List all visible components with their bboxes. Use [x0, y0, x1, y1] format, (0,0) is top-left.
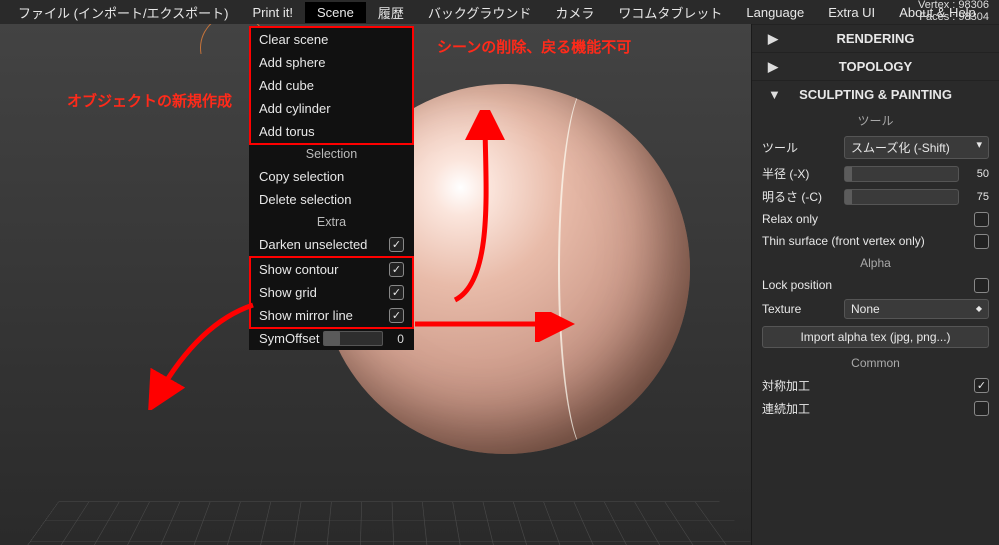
menu-delete-selection[interactable]: Delete selection	[251, 188, 412, 211]
radius-row: 半径 (-X) 50	[752, 162, 999, 185]
brightness-value: 75	[965, 191, 989, 203]
annotation-delete-warning: シーンの削除、戻る機能不可	[437, 36, 631, 57]
check-mirror[interactable]: ✓	[389, 308, 404, 323]
right-panel: ▶ RENDERING ▶ TOPOLOGY ▼ SCULPTING & PAI…	[751, 24, 999, 545]
tool-label: ツール	[762, 139, 844, 156]
menu-background[interactable]: バックグラウンド	[416, 0, 543, 25]
symoffset-slider[interactable]	[323, 331, 383, 346]
caret-right-icon: ▶	[768, 59, 778, 75]
check-darken[interactable]: ✓	[389, 237, 404, 252]
dropdown-add-group: Clear scene Add sphere Add cube Add cyli…	[249, 26, 414, 145]
section-sculpting[interactable]: ▼ SCULPTING & PAINTING	[752, 80, 999, 108]
menu-clear-scene[interactable]: Clear scene	[251, 28, 412, 51]
symoffset-row[interactable]: SymOffset 0	[251, 327, 412, 350]
menu-copy-selection[interactable]: Copy selection	[251, 165, 412, 188]
grid-floor	[0, 502, 751, 545]
check-grid[interactable]: ✓	[389, 285, 404, 300]
selection-header: Selection	[251, 143, 412, 165]
cont-row[interactable]: 連続加工	[752, 397, 999, 420]
caret-right-icon: ▶	[768, 31, 778, 47]
menu-darken-unselected[interactable]: Darken unselected ✓	[251, 233, 412, 256]
lock-label: Lock position	[762, 278, 832, 292]
texture-label: Texture	[762, 302, 844, 316]
lock-row[interactable]: Lock position	[752, 274, 999, 296]
relax-checkbox[interactable]	[974, 212, 989, 227]
menu-add-cylinder[interactable]: Add cylinder	[251, 97, 412, 120]
menu-add-sphere[interactable]: Add sphere	[251, 51, 412, 74]
tool-header: ツール	[752, 108, 999, 133]
tool-select-row: ツール スムーズ化 (-Shift)	[752, 133, 999, 162]
annotation-new-object: オブジェクトの新規作成	[67, 90, 232, 111]
radius-slider[interactable]	[844, 166, 959, 182]
relax-row[interactable]: Relax only	[752, 208, 999, 230]
menu-show-mirror[interactable]: Show mirror line ✓	[251, 304, 412, 327]
section-topology[interactable]: ▶ TOPOLOGY	[752, 52, 999, 80]
texture-select[interactable]: None	[844, 299, 989, 319]
section-rendering[interactable]: ▶ RENDERING	[752, 24, 999, 52]
cont-checkbox[interactable]	[974, 401, 989, 416]
check-contour[interactable]: ✓	[389, 262, 404, 277]
menu-add-cube[interactable]: Add cube	[251, 74, 412, 97]
menu-wacom[interactable]: ワコムタブレット	[606, 0, 734, 25]
brightness-label: 明るさ (-C)	[762, 188, 844, 205]
radius-label: 半径 (-X)	[762, 165, 844, 182]
stat-faces: Faces : 98304	[918, 11, 989, 23]
sym-label: 対称加工	[762, 377, 810, 394]
menu-add-torus[interactable]: Add torus	[251, 120, 412, 143]
sym-checkbox[interactable]: ✓	[974, 378, 989, 393]
menubar: ファイル (インポート/エクスポート) Print it! Scene 履歴 バ…	[0, 0, 999, 24]
thin-checkbox[interactable]	[974, 234, 989, 249]
menu-scene[interactable]: Scene	[305, 2, 366, 23]
menu-print[interactable]: Print it!	[241, 2, 305, 23]
dropdown-show-group: Show contour ✓ Show grid ✓ Show mirror l…	[249, 256, 414, 329]
stat-vertex: Vertex : 98306	[918, 0, 989, 11]
thin-row[interactable]: Thin surface (front vertex only)	[752, 230, 999, 252]
cont-label: 連続加工	[762, 400, 810, 417]
extra-header: Extra	[251, 211, 412, 233]
menu-language[interactable]: Language	[734, 2, 816, 23]
thin-label: Thin surface (front vertex only)	[762, 234, 925, 248]
lock-checkbox[interactable]	[974, 278, 989, 293]
sym-row[interactable]: 対称加工 ✓	[752, 374, 999, 397]
symoffset-label: SymOffset	[259, 331, 319, 346]
menu-history[interactable]: 履歴	[366, 0, 416, 25]
scene-dropdown: Clear scene Add sphere Add cube Add cyli…	[249, 26, 414, 350]
import-alpha-button[interactable]: Import alpha tex (jpg, png...)	[762, 326, 989, 348]
menu-file[interactable]: ファイル (インポート/エクスポート)	[6, 0, 241, 25]
common-header: Common	[752, 352, 999, 374]
tool-select[interactable]: スムーズ化 (-Shift)	[844, 136, 989, 159]
menu-show-grid[interactable]: Show grid ✓	[251, 281, 412, 304]
symoffset-value: 0	[386, 332, 404, 346]
menu-camera[interactable]: カメラ	[543, 0, 606, 25]
caret-down-icon: ▼	[768, 87, 781, 102]
alpha-header: Alpha	[752, 252, 999, 274]
stats-readout: Vertex : 98306 Faces : 98304	[918, 0, 989, 23]
menu-show-contour[interactable]: Show contour ✓	[251, 258, 412, 281]
brightness-row: 明るさ (-C) 75	[752, 185, 999, 208]
brightness-slider[interactable]	[844, 189, 959, 205]
menu-extraui[interactable]: Extra UI	[816, 2, 887, 23]
radius-value: 50	[965, 168, 989, 180]
mirror-seam	[558, 84, 618, 454]
texture-row: Texture None	[752, 296, 999, 322]
relax-label: Relax only	[762, 212, 818, 226]
